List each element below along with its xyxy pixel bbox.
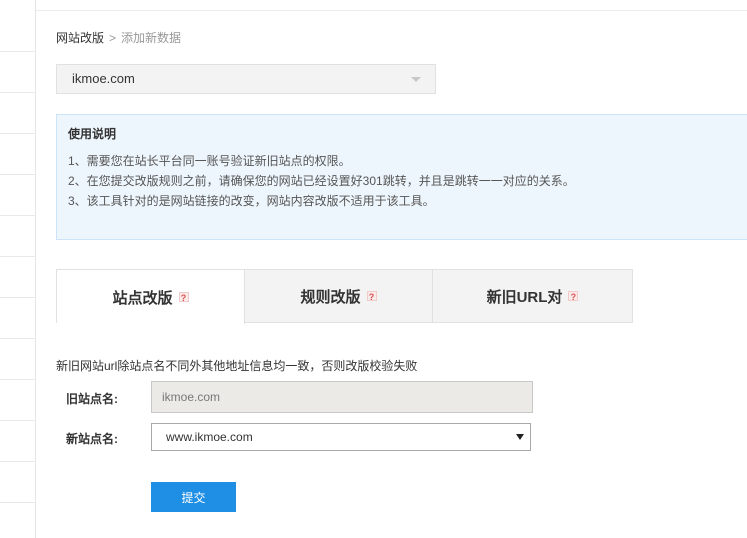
tab-site-revision[interactable]: 站点改版 ? (57, 270, 245, 324)
site-selector-value: ikmoe.com (72, 71, 135, 86)
sidebar-divider (0, 174, 36, 175)
sidebar-divider (0, 461, 36, 462)
new-site-select[interactable]: www.ikmoe.com (151, 423, 531, 451)
notice-item: 2、在您提交改版规则之前，请确保您的网站已经设置好301跳转，并且是跳转一一对应… (68, 174, 575, 188)
notice-title: 使用说明 (68, 127, 117, 141)
help-icon[interactable]: ? (178, 292, 189, 303)
usage-notice-panel: 使用说明 1、需要您在站长平台同一账号验证新旧站点的权限。 2、在您提交改版规则… (56, 114, 747, 240)
sidebar-divider (0, 379, 36, 380)
tab-url-pairs[interactable]: 新旧URL对 ? (433, 270, 632, 322)
sidebar-divider (0, 215, 36, 216)
breadcrumb-separator: > (109, 31, 117, 45)
old-site-input[interactable] (151, 381, 533, 413)
sidebar-divider (0, 420, 36, 421)
help-icon[interactable]: ? (366, 291, 377, 302)
help-icon[interactable]: ? (568, 291, 579, 302)
new-site-select-value: www.ikmoe.com (166, 430, 253, 444)
sidebar-divider (0, 297, 36, 298)
notice-item: 1、需要您在站长平台同一账号验证新旧站点的权限。 (68, 154, 351, 168)
sidebar-divider (0, 256, 36, 257)
notice-item: 3、该工具针对的是网站链接的改变，网站内容改版不适用于该工具。 (68, 194, 435, 208)
chevron-down-icon (411, 77, 421, 82)
sidebar-divider (0, 502, 36, 503)
sidebar-divider (0, 51, 36, 52)
old-site-label: 旧站点名: (66, 392, 118, 406)
breadcrumb-current: 添加新数据 (121, 31, 182, 45)
tab-label: 新旧URL对 (486, 288, 563, 306)
tab-label: 规则改版 (300, 288, 361, 306)
site-selector-dropdown[interactable]: ikmoe.com (56, 64, 436, 94)
breadcrumb-parent-link[interactable]: 网站改版 (56, 31, 104, 45)
header-divider (36, 10, 747, 11)
new-site-label: 新站点名: (66, 432, 118, 446)
dropdown-arrow-icon (516, 434, 524, 440)
sidebar-divider (0, 92, 36, 93)
tab-label: 站点改版 (112, 289, 173, 307)
breadcrumb: 网站改版 > 添加新数据 (56, 29, 181, 46)
revision-type-tabs: 站点改版 ? 规则改版 ? 新旧URL对 ? (56, 269, 633, 324)
left-sidebar (0, 0, 36, 538)
sidebar-divider (0, 338, 36, 339)
submit-button[interactable]: 提交 (151, 482, 236, 512)
tab-rule-revision[interactable]: 规则改版 ? (245, 270, 433, 322)
form-hint: 新旧网站url除站点名不同外其他地址信息均一致，否则改版校验失败 (56, 359, 418, 373)
sidebar-divider (0, 133, 36, 134)
